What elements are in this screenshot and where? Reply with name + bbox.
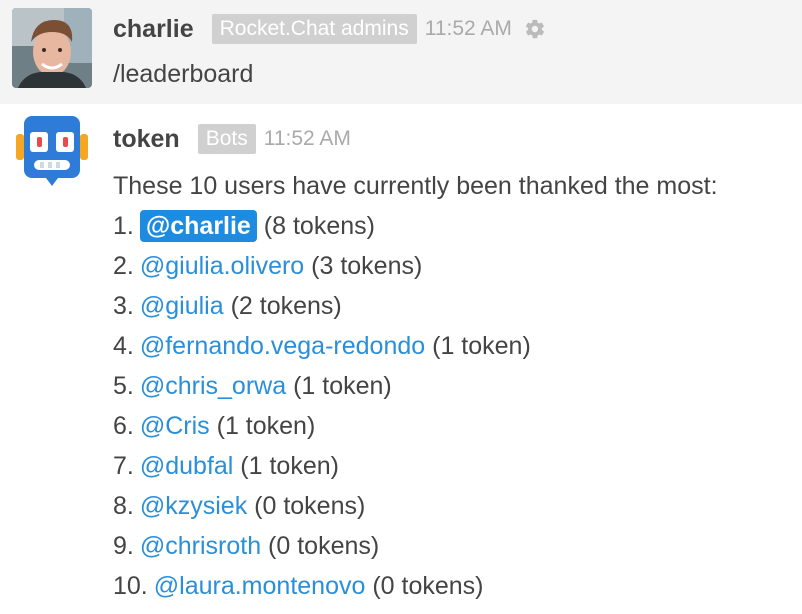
token-count: (0 tokens) bbox=[247, 492, 366, 520]
bot-avatar[interactable] bbox=[12, 112, 92, 192]
leaderboard-row: 7. @dubfal (1 token) bbox=[113, 446, 339, 486]
user-mention[interactable]: @chrisroth bbox=[140, 532, 261, 560]
leaderboard-row: 2. @giulia.olivero (3 tokens) bbox=[113, 246, 422, 286]
token-count: (1 token) bbox=[209, 412, 316, 440]
rank-number: 1. bbox=[113, 212, 134, 240]
rank-number: 4. bbox=[113, 332, 134, 360]
rank-number: 7. bbox=[113, 452, 134, 480]
username[interactable]: charlie bbox=[113, 15, 194, 44]
leaderboard-row: 10. @laura.montenovo (0 tokens) bbox=[113, 566, 483, 606]
rank-number: 9. bbox=[113, 532, 134, 560]
message-user: charlie Rocket.Chat admins 11:52 AM /lea… bbox=[0, 0, 802, 104]
token-count: (0 tokens) bbox=[365, 572, 484, 600]
token-count: (0 tokens) bbox=[261, 532, 380, 560]
leaderboard-row: 1. @charlie (8 tokens) bbox=[113, 206, 375, 246]
user-mention[interactable]: @kzysiek bbox=[140, 492, 247, 520]
username[interactable]: token bbox=[113, 125, 180, 154]
rank-number: 10. bbox=[113, 572, 148, 600]
user-mention[interactable]: @charlie bbox=[139, 210, 257, 242]
token-count: (1 token) bbox=[233, 452, 339, 480]
leaderboard-row: 9. @chrisroth (0 tokens) bbox=[113, 526, 379, 566]
user-mention[interactable]: @giulia bbox=[140, 292, 224, 320]
token-count: (8 tokens) bbox=[256, 212, 375, 240]
user-mention[interactable]: @chris_orwa bbox=[140, 372, 286, 400]
user-mention[interactable]: @giulia.olivero bbox=[140, 252, 304, 280]
leaderboard-row: 4. @fernando.vega-redondo (1 token) bbox=[113, 326, 531, 366]
rank-number: 6. bbox=[113, 412, 134, 440]
message-header: charlie Rocket.Chat admins 11:52 AM bbox=[113, 11, 546, 47]
timestamp: 11:52 AM bbox=[424, 17, 512, 40]
leaderboard-row: 6. @Cris (1 token) bbox=[113, 406, 315, 446]
rank-number: 3. bbox=[113, 292, 134, 320]
role-tag: Bots bbox=[197, 124, 256, 154]
rank-number: 5. bbox=[113, 372, 134, 400]
message-text: /leaderboard bbox=[113, 60, 254, 88]
leaderboard-row: 8. @kzysiek (0 tokens) bbox=[113, 486, 365, 526]
user-mention[interactable]: @dubfal bbox=[140, 452, 234, 480]
rank-number: 2. bbox=[113, 252, 134, 280]
leaderboard-intro: These 10 users have currently been thank… bbox=[113, 172, 718, 200]
token-count: (1 token) bbox=[286, 372, 392, 400]
leaderboard-row: 5. @chris_orwa (1 token) bbox=[113, 366, 392, 406]
timestamp: 11:52 AM bbox=[263, 127, 351, 150]
token-count: (2 tokens) bbox=[223, 292, 342, 320]
gear-icon[interactable] bbox=[524, 18, 546, 40]
user-mention[interactable]: @Cris bbox=[140, 412, 210, 440]
token-count: (3 tokens) bbox=[304, 252, 423, 280]
rank-number: 8. bbox=[113, 492, 134, 520]
user-avatar[interactable] bbox=[12, 8, 92, 88]
user-mention[interactable]: @fernando.vega-redondo bbox=[140, 332, 425, 360]
token-count: (1 token) bbox=[425, 332, 531, 360]
message-header: token Bots 11:52 AM bbox=[113, 121, 363, 157]
role-tag: Rocket.Chat admins bbox=[211, 14, 417, 44]
user-mention[interactable]: @laura.montenovo bbox=[154, 572, 366, 600]
message-bot: token Bots 11:52 AM These 10 users have … bbox=[0, 104, 802, 614]
leaderboard-row: 3. @giulia (2 tokens) bbox=[113, 286, 342, 326]
